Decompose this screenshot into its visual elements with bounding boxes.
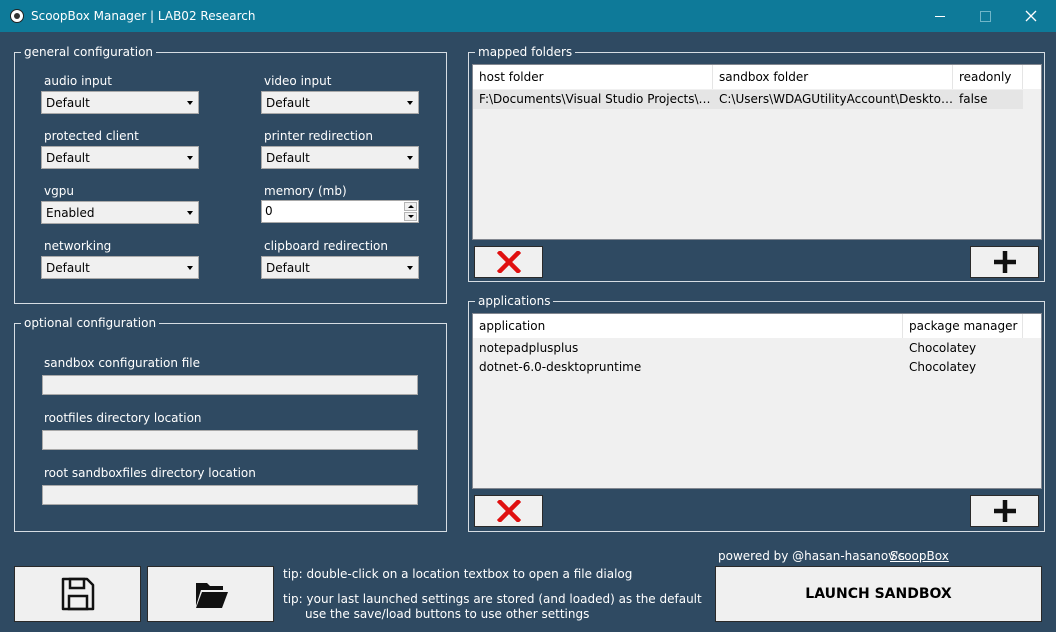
chevron-down-icon — [407, 156, 413, 160]
video-input-label: video input — [264, 74, 332, 88]
plus-icon — [994, 500, 1016, 522]
optional-configuration-legend: optional configuration — [21, 316, 160, 330]
window-title: ScoopBox Manager | LAB02 Research — [31, 9, 256, 23]
audio-input-value: Default — [46, 96, 90, 110]
load-settings-button[interactable] — [147, 566, 274, 622]
protected-client-combo[interactable]: Default — [41, 146, 199, 169]
applications-header: application package manager — [473, 314, 1041, 338]
protected-client-label: protected client — [44, 129, 139, 143]
video-input-combo[interactable]: Default — [261, 91, 419, 114]
tip-file-dialog: tip: double-click on a location textbox … — [283, 567, 633, 581]
audio-input-combo[interactable]: Default — [41, 91, 199, 114]
column-header-readonly[interactable]: readonly — [953, 65, 1023, 89]
root-sandboxfiles-dir-input[interactable] — [42, 485, 418, 505]
save-settings-button[interactable] — [14, 566, 141, 622]
powered-by-text: powered by @hasan-hasanov's — [718, 549, 905, 563]
tip-saved-settings: tip: your last launched settings are sto… — [283, 592, 702, 606]
package-manager-cell: Chocolatey — [909, 360, 977, 374]
remove-application-button[interactable] — [474, 495, 543, 527]
video-input-value: Default — [266, 96, 310, 110]
floppy-disk-icon — [61, 577, 95, 611]
close-button[interactable] — [1008, 0, 1054, 32]
table-row[interactable]: F:\Documents\Visual Studio Projects\HAS.… — [473, 90, 1023, 109]
printer-redirection-value: Default — [266, 151, 310, 165]
chevron-down-icon — [187, 101, 193, 105]
clipboard-redirection-value: Default — [266, 261, 310, 275]
applications-legend: applications — [475, 294, 554, 308]
column-header-application[interactable]: application — [473, 314, 903, 338]
chevron-down-icon — [187, 266, 193, 270]
mapped-folders-list[interactable]: host folder sandbox folder readonly F:\D… — [472, 64, 1042, 240]
root-sandboxfiles-dir-label: root sandboxfiles directory location — [44, 466, 256, 480]
chevron-down-icon — [407, 101, 413, 105]
launch-sandbox-button[interactable]: LAUNCH SANDBOX — [715, 566, 1042, 622]
remove-mapped-folder-button[interactable] — [474, 246, 543, 278]
close-icon — [1025, 10, 1037, 22]
stepper-down-icon[interactable] — [404, 212, 417, 221]
clipboard-redirection-label: clipboard redirection — [264, 239, 388, 253]
stepper-up-icon[interactable] — [404, 202, 417, 211]
chevron-down-icon — [187, 211, 193, 215]
sandbox-folder-cell: C:\Users\WDAGUtilityAccount\Desktop\... — [719, 92, 953, 106]
vgpu-value: Enabled — [46, 206, 95, 220]
table-row[interactable]: notepadplusplus Chocolatey — [473, 339, 1023, 358]
plus-icon — [994, 251, 1016, 273]
readonly-cell: false — [959, 92, 988, 106]
mapped-folders-legend: mapped folders — [475, 45, 576, 59]
table-row[interactable]: dotnet-6.0-desktopruntime Chocolatey — [473, 358, 1023, 377]
applications-list[interactable]: application package manager notepadplusp… — [472, 313, 1042, 489]
tip-save-load: use the save/load buttons to use other s… — [305, 607, 590, 621]
title-bar[interactable]: ScoopBox Manager | LAB02 Research — [0, 0, 1056, 32]
mapped-folders-header: host folder sandbox folder readonly — [473, 65, 1041, 89]
minimize-button[interactable] — [916, 0, 962, 32]
sandbox-config-file-input[interactable] — [42, 375, 418, 395]
chevron-down-icon — [187, 156, 193, 160]
maximize-button[interactable] — [962, 0, 1008, 32]
rootfiles-dir-label: rootfiles directory location — [44, 411, 202, 425]
printer-redirection-combo[interactable]: Default — [261, 146, 419, 169]
sandbox-config-file-label: sandbox configuration file — [44, 356, 201, 370]
application-cell: notepadplusplus — [479, 341, 579, 355]
audio-input-label: audio input — [44, 74, 112, 88]
column-header-sandbox-folder[interactable]: sandbox folder — [713, 65, 953, 89]
package-manager-cell: Chocolatey — [909, 341, 977, 355]
column-header-host-folder[interactable]: host folder — [473, 65, 713, 89]
x-icon — [497, 251, 521, 273]
networking-combo[interactable]: Default — [41, 256, 199, 279]
memory-label: memory (mb) — [264, 184, 347, 198]
application-cell: dotnet-6.0-desktopruntime — [479, 360, 642, 374]
rootfiles-dir-input[interactable] — [42, 430, 418, 450]
folder-open-icon — [196, 583, 228, 608]
printer-redirection-label: printer redirection — [264, 129, 373, 143]
networking-label: networking — [44, 239, 112, 253]
add-mapped-folder-button[interactable] — [970, 246, 1039, 278]
protected-client-value: Default — [46, 151, 90, 165]
memory-stepper[interactable]: 0 — [261, 200, 419, 223]
general-configuration-legend: general configuration — [21, 45, 157, 59]
column-header-package-manager[interactable]: package manager — [903, 314, 1023, 338]
memory-value: 0 — [265, 204, 273, 218]
networking-value: Default — [46, 261, 90, 275]
clipboard-redirection-combo[interactable]: Default — [261, 256, 419, 279]
chevron-down-icon — [407, 266, 413, 270]
vgpu-label: vgpu — [44, 184, 74, 198]
scoopbox-link[interactable]: ScoopBox — [890, 549, 949, 563]
vgpu-combo[interactable]: Enabled — [41, 201, 199, 224]
x-icon — [497, 500, 521, 522]
app-icon — [10, 9, 24, 23]
host-folder-cell: F:\Documents\Visual Studio Projects\HAS.… — [479, 92, 713, 106]
add-application-button[interactable] — [970, 495, 1039, 527]
